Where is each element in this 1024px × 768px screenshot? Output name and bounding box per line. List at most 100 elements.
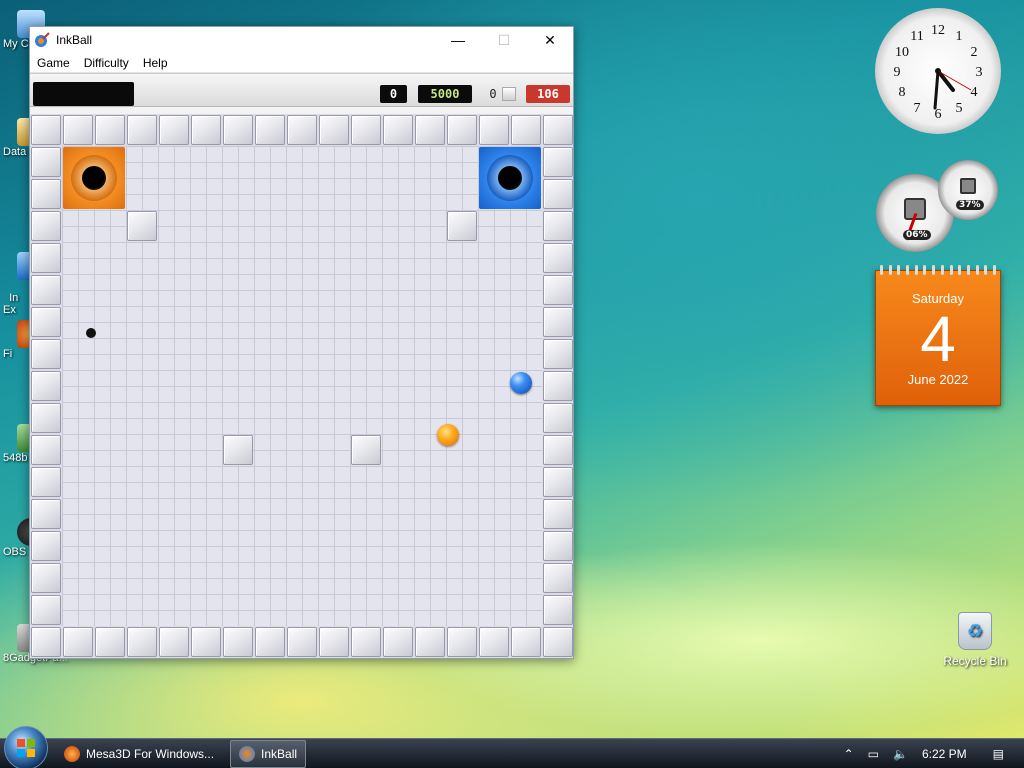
orange-ball <box>437 424 459 446</box>
wall-block <box>31 243 61 273</box>
menu-difficulty[interactable]: Difficulty <box>77 56 136 70</box>
wall-block <box>447 115 477 145</box>
memory-gauge: 37% <box>938 160 998 220</box>
ink-block-icon <box>502 87 516 101</box>
wall-block <box>543 147 573 177</box>
wall-block <box>287 627 317 657</box>
show-hidden-icons-chevron-icon[interactable]: ⌃ <box>844 747 854 761</box>
memory-usage-label: 37% <box>956 200 984 210</box>
wall-block <box>447 211 477 241</box>
wall-block <box>383 627 413 657</box>
memory-chip-icon <box>960 178 976 194</box>
blue-ball <box>510 372 532 394</box>
score-bar: 0 5000 0 106 <box>30 73 573 107</box>
volume-icon[interactable]: 🔈 <box>893 747 908 761</box>
wall-block <box>543 307 573 337</box>
cpu-meter-gadget[interactable]: 06% 37% <box>874 160 1004 255</box>
svg-text:10: 10 <box>895 45 909 60</box>
wall-block <box>511 627 541 657</box>
game-board[interactable] <box>30 114 573 658</box>
wall-block <box>543 435 573 465</box>
time-remaining: 106 <box>526 85 570 103</box>
wall-block <box>31 627 61 657</box>
recycle-bin-icon: ♻ <box>958 612 992 650</box>
wall-block <box>415 115 445 145</box>
minimize-button[interactable]: — <box>435 27 481 53</box>
wall-block <box>351 115 381 145</box>
desktop-icon-label: In Ex <box>3 292 19 316</box>
maximize-button[interactable]: ☐ <box>481 27 527 53</box>
close-button[interactable]: ✕ <box>527 27 573 53</box>
wall-block <box>95 627 125 657</box>
clock-time[interactable]: 6:22 PM <box>922 747 967 761</box>
inkball-window: InkBall — ☐ ✕ Game Difficulty Help 0 500… <box>29 26 574 659</box>
system-tray: ⌃ ▭ 🔈 6:22 PM ▤ <box>830 739 1024 768</box>
inkball-app-icon <box>34 32 50 48</box>
start-button[interactable] <box>4 725 48 768</box>
wall-block <box>479 627 509 657</box>
recycle-bin-label: Recycle Bin <box>943 654 1007 668</box>
wall-block <box>31 435 61 465</box>
network-icon[interactable]: ▭ <box>868 747 879 761</box>
wall-block <box>127 115 157 145</box>
wall-block <box>511 115 541 145</box>
menu-bar: Game Difficulty Help <box>30 53 573 73</box>
taskbar-item-label: InkBall <box>261 746 298 761</box>
wall-block <box>543 563 573 593</box>
wall-block <box>31 275 61 305</box>
clock-face-icon: 12 12 345 678 91011 <box>894 23 983 122</box>
wall-block <box>223 115 253 145</box>
ink-block-count: 0 <box>489 87 497 101</box>
taskbar-item-label: Mesa3D For Windows... <box>86 746 215 761</box>
wall-block <box>31 467 61 497</box>
wall-block <box>31 147 61 177</box>
wall-block <box>31 563 61 593</box>
svg-text:8: 8 <box>899 85 906 100</box>
svg-text:12: 12 <box>931 23 945 38</box>
calendar-date: 4 <box>920 303 956 375</box>
wall-block <box>543 115 573 145</box>
wall-block <box>31 339 61 369</box>
blue-hole <box>479 147 541 209</box>
title-bar[interactable]: InkBall — ☐ ✕ <box>30 27 573 53</box>
max-score: 5000 <box>418 85 472 103</box>
taskbar-item-inkball[interactable]: InkBall <box>230 739 307 768</box>
wall-block <box>543 499 573 529</box>
wall-block <box>543 467 573 497</box>
player-score: 0 <box>380 85 407 103</box>
windows-logo-icon <box>17 738 35 757</box>
clock-gadget[interactable]: 12 1 2 345 678 9 10 11 <box>875 8 1001 134</box>
desktop-icon-label: My C <box>3 38 29 50</box>
wall-block <box>31 595 61 625</box>
firefox-icon <box>64 745 80 762</box>
inkball-icon <box>239 745 256 762</box>
wall-block <box>191 115 221 145</box>
wall-block <box>447 627 477 657</box>
wall-block <box>191 627 221 657</box>
wall-block <box>543 211 573 241</box>
taskbar-item-firefox[interactable]: Mesa3D For Windows... <box>56 740 222 768</box>
wall-block <box>543 595 573 625</box>
wall-block <box>31 499 61 529</box>
wall-block <box>319 115 349 145</box>
wall-block <box>287 115 317 145</box>
desktop-icon-label: Data <box>3 146 27 158</box>
recycle-bin[interactable]: ♻ Recycle Bin <box>940 612 1010 668</box>
wall-block <box>31 179 61 209</box>
wall-block <box>31 403 61 433</box>
wall-block <box>351 627 381 657</box>
message-display <box>33 82 134 106</box>
wall-block <box>95 115 125 145</box>
wall-block <box>159 627 189 657</box>
action-center-icon[interactable]: ▤ <box>993 747 1004 761</box>
calendar-gadget[interactable]: Saturday 4 June 2022 <box>875 265 1001 406</box>
wall-block <box>319 627 349 657</box>
wall-block <box>543 403 573 433</box>
menu-help[interactable]: Help <box>136 56 175 70</box>
wall-block <box>383 115 413 145</box>
menu-game[interactable]: Game <box>30 56 77 70</box>
taskbar: Mesa3D For Windows... InkBall ⌃ ▭ 🔈 6:22… <box>0 725 1024 768</box>
svg-text:3: 3 <box>976 65 983 80</box>
wall-block <box>223 435 253 465</box>
calendar-rings <box>880 265 996 275</box>
